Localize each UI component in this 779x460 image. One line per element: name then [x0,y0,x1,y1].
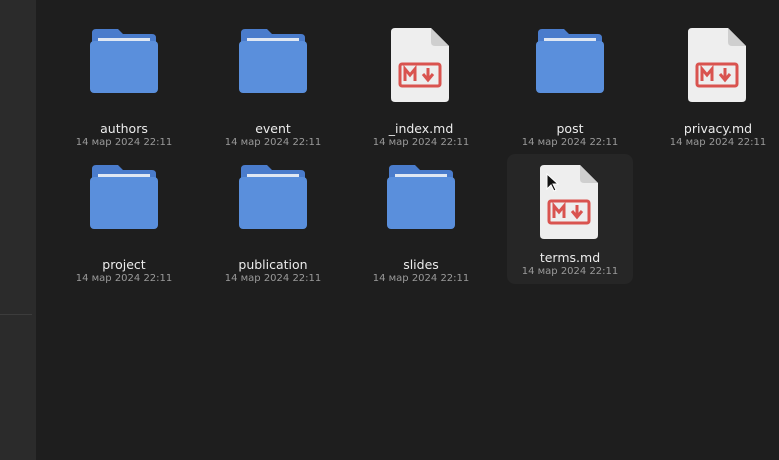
folder-icon [536,29,604,93]
file-item-terms-md[interactable]: terms.md 14 мар 2024 22:11 [507,154,633,284]
file-name: publication [238,257,308,272]
file-item-slides[interactable]: slides 14 мар 2024 22:11 [358,143,484,284]
file-name: terms.md [539,250,601,265]
folder-icon [239,29,307,93]
file-date: 14 мар 2024 22:11 [669,137,767,148]
file-name: authors [100,121,148,136]
sidebar [0,0,36,460]
folder-icon [239,165,307,229]
file-date: 14 мар 2024 22:11 [372,273,470,284]
mouse-pointer-icon [546,173,560,192]
file-name: privacy.md [683,121,753,136]
file-date: 14 мар 2024 22:11 [224,273,322,284]
file-item-event[interactable]: event 14 мар 2024 22:11 [210,7,336,148]
file-name: _index.md [388,121,454,136]
folder-icon [90,165,158,229]
file-item-privacy-md[interactable]: privacy.md 14 мар 2024 22:11 [655,7,779,148]
sidebar-divider [0,314,32,315]
file-date: 14 мар 2024 22:11 [75,273,173,284]
file-date: 14 мар 2024 22:11 [521,137,619,148]
file-item-project[interactable]: project 14 мар 2024 22:11 [61,143,187,284]
file-name: event [255,121,291,136]
file-item-index-md[interactable]: _index.md 14 мар 2024 22:11 [358,7,484,148]
file-name: slides [403,257,439,272]
folder-icon [90,29,158,93]
file-item-post[interactable]: post 14 мар 2024 22:11 [507,7,633,148]
file-item-publication[interactable]: publication 14 мар 2024 22:11 [210,143,336,284]
markdown-file-icon [391,28,449,102]
file-date: 14 мар 2024 22:11 [521,266,619,277]
file-name: project [102,257,146,272]
file-grid: authors 14 мар 2024 22:11 event 14 мар 2… [36,0,779,460]
file-item-authors[interactable]: authors 14 мар 2024 22:11 [61,7,187,148]
folder-icon [387,165,455,229]
markdown-file-icon [688,28,746,102]
file-name: post [556,121,584,136]
